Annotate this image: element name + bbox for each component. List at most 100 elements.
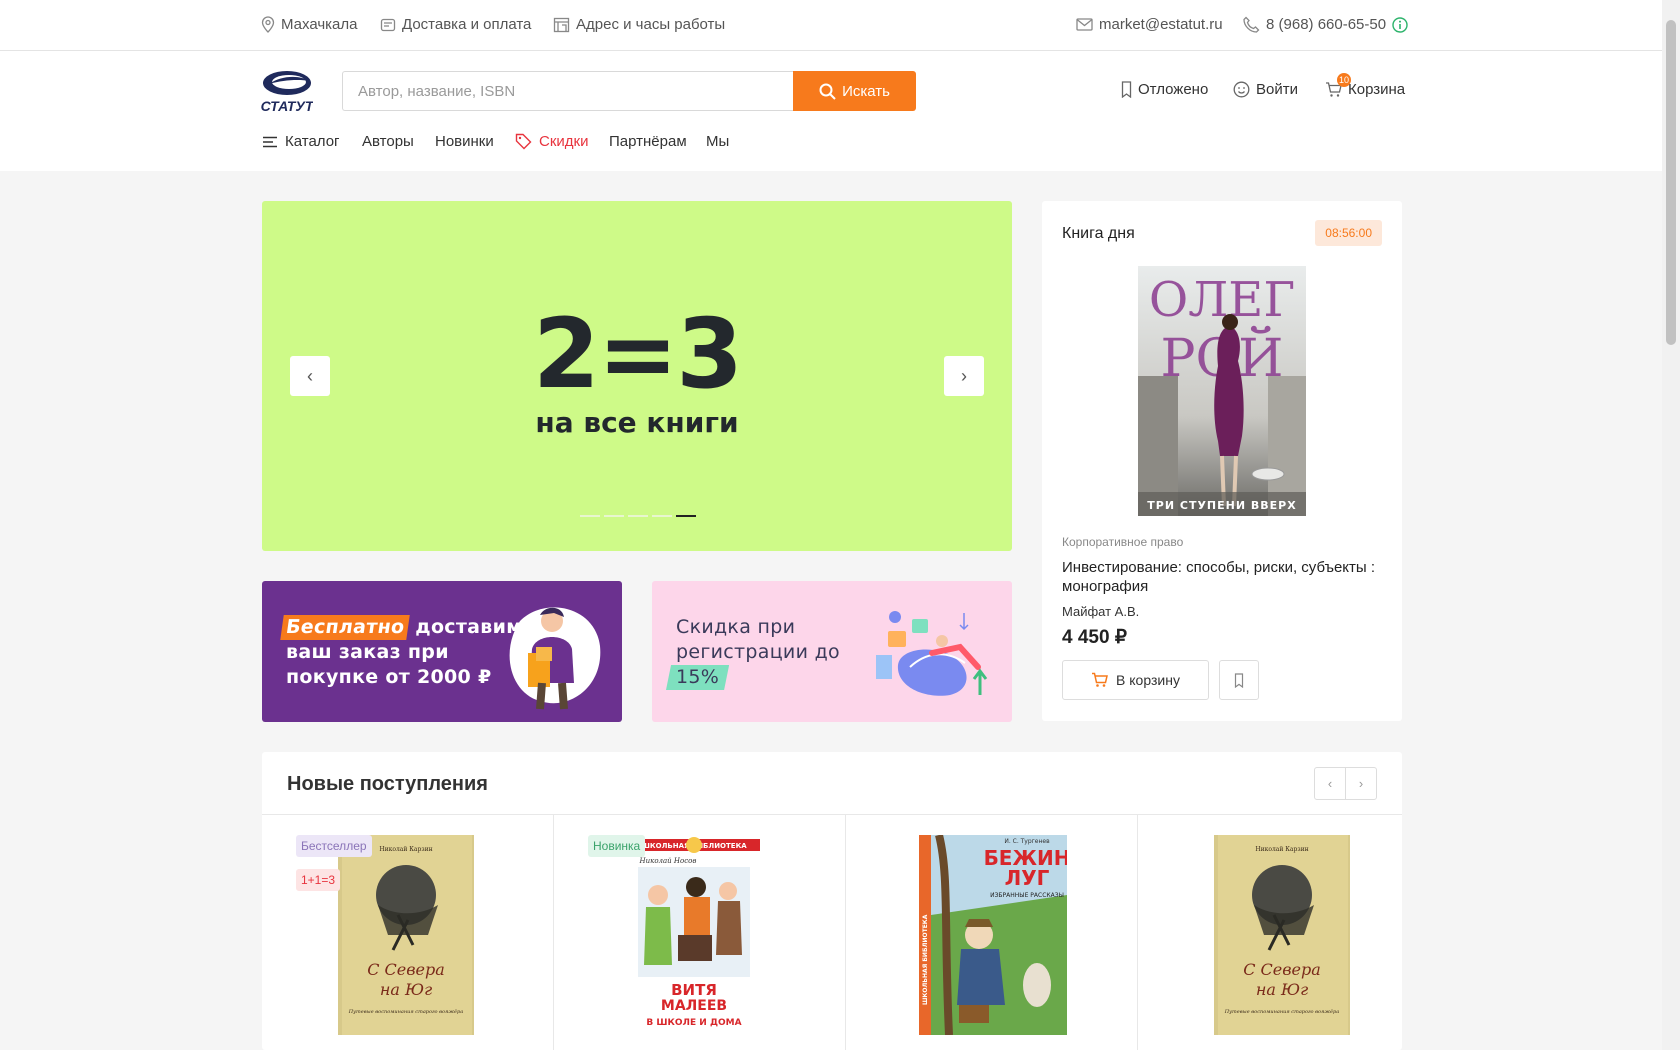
hero-next-button[interactable]: ›: [944, 356, 984, 396]
book-of-day-cover[interactable]: ОЛЕГ РОЙ ТРИ СТУПЕНИ ВВЕРХ: [1138, 266, 1306, 516]
svg-text:ВИТЯ: ВИТЯ: [671, 981, 717, 999]
location-pin-icon: [261, 16, 275, 33]
search-button[interactable]: Искать: [793, 71, 916, 111]
bookmark-icon: [1234, 672, 1244, 688]
book-cover[interactable]: ШКОЛЬНАЯ БИБЛИОТЕКА И. С. Тургенев БЕЖИН…: [919, 835, 1067, 1035]
cart-icon: [1092, 672, 1108, 687]
cart-link[interactable]: 10 Корзина: [1325, 73, 1406, 98]
bestseller-badge: Бестселлер: [296, 835, 372, 857]
hero-pagination: [580, 515, 696, 517]
svg-text:ИЗБРАННЫЕ РАССКАЗЫ: ИЗБРАННЫЕ РАССКАЗЫ: [990, 892, 1064, 899]
city-selector[interactable]: Махачкала: [261, 16, 358, 33]
scrollbar-thumb[interactable]: [1666, 20, 1676, 345]
svg-text:ЛУГ: ЛУГ: [1005, 866, 1050, 890]
hero-subtitle: на все книги: [535, 406, 739, 439]
nav-about[interactable]: Мы: [706, 133, 729, 150]
bookmark-icon: [1121, 81, 1132, 98]
book-cover[interactable]: Николай Карзин С Севера на Юг Путевые во…: [1214, 835, 1350, 1035]
nav-partners-label: Партнёрам: [609, 133, 687, 150]
address-link[interactable]: Адрес и часы работы: [553, 16, 725, 33]
countdown-timer: 08:56:00: [1315, 220, 1382, 246]
login-link[interactable]: Войти: [1233, 81, 1298, 98]
page-scrollbar[interactable]: [1662, 0, 1680, 1050]
carousel-prev-button[interactable]: ‹: [1315, 768, 1345, 799]
cart-label: Корзина: [1348, 81, 1406, 98]
book-cover[interactable]: ШКОЛЬНАЯ БИБЛИОТЕКА Николай Носов ВИТЯ М…: [628, 835, 760, 1035]
delivery-label: Доставка и оплата: [402, 16, 532, 33]
search-icon: [819, 83, 836, 100]
header: СТАТУТ Искать Отложено Войти 10 Корзина …: [0, 51, 1662, 171]
phone-link[interactable]: 8 (968) 660-65-50: [1243, 16, 1408, 33]
free-delivery-banner[interactable]: Бесплатно доставим ваш заказ при покупке…: [262, 581, 622, 722]
cover-author-text: ОЛЕГ: [1149, 272, 1295, 328]
search-input[interactable]: [342, 71, 794, 111]
mail-icon: [1076, 18, 1093, 31]
info-icon[interactable]: [1392, 16, 1408, 33]
menu-icon: [263, 136, 277, 147]
nav-authors-label: Авторы: [362, 133, 414, 150]
address-label: Адрес и часы работы: [576, 16, 726, 33]
nav-partners[interactable]: Партнёрам: [609, 133, 687, 150]
cart-icon-wrap: 10: [1325, 73, 1352, 98]
delivery-link[interactable]: Доставка и оплата: [380, 16, 531, 33]
svg-text:на Юг: на Юг: [380, 980, 432, 999]
svg-text:МАЛЕЕВ: МАЛЕЕВ: [661, 998, 727, 1014]
statut-logo[interactable]: СТАТУТ: [261, 69, 315, 114]
book-price: 4 450 ₽: [1062, 627, 1127, 648]
smiley-icon: [1233, 81, 1250, 98]
search-button-label: Искать: [842, 82, 890, 100]
add-to-cart-button[interactable]: В корзину: [1062, 660, 1209, 700]
hero-prev-button[interactable]: ‹: [290, 356, 330, 396]
svg-text:ШКОЛЬНАЯ БИБЛИОТЕКА: ШКОЛЬНАЯ БИБЛИОТЕКА: [922, 914, 929, 1005]
book-author[interactable]: Майфат А.В.: [1062, 604, 1139, 619]
book-title[interactable]: Инвестирование: способы, риски, субъекты…: [1062, 558, 1382, 596]
hero-dot[interactable]: [628, 515, 648, 517]
defer-button[interactable]: [1219, 660, 1259, 700]
hero-dot[interactable]: [652, 515, 672, 517]
nav-catalog[interactable]: Каталог: [262, 133, 340, 150]
svg-text:на Юг: на Юг: [1256, 980, 1308, 999]
product-card[interactable]: Николай Карзин С Севера на Юг Путевые во…: [1138, 815, 1430, 1050]
nav-new[interactable]: Новинки: [435, 133, 494, 150]
nav-sale[interactable]: Скидки: [515, 133, 588, 150]
svg-text:Николай Носов: Николай Носов: [639, 857, 697, 865]
reading-person-illustration: [876, 611, 988, 696]
deferred-link[interactable]: Отложено: [1121, 81, 1208, 98]
product-card[interactable]: Николай Карзин С Севера на Юг Путевые во…: [262, 815, 554, 1050]
registration-highlight: 15%: [666, 665, 730, 690]
svg-text:Путевые воспоминания старого в: Путевые воспоминания старого вояжёра: [348, 1008, 463, 1015]
new-arrivals-section: Новые поступления ‹ › Николай Карзин С С…: [262, 752, 1402, 1050]
new-badge: Новинка: [588, 835, 646, 857]
product-card[interactable]: ШКОЛЬНАЯ БИБЛИОТЕКА Николай Носов ВИТЯ М…: [554, 815, 846, 1050]
hero-dot-active[interactable]: [676, 515, 696, 517]
svg-text:СТАТУТ: СТАТУТ: [261, 98, 313, 113]
book-of-day-card: Книга дня 08:56:00 ОЛЕГ РОЙ ТРИ СТУПЕНИ …: [1042, 201, 1402, 721]
svg-text:И. С. Тургенев: И. С. Тургенев: [1004, 838, 1050, 845]
product-card[interactable]: ШКОЛЬНАЯ БИБЛИОТЕКА И. С. Тургенев БЕЖИН…: [846, 815, 1138, 1050]
email-link[interactable]: market@estatut.ru: [1076, 16, 1223, 33]
carousel-controls: ‹ ›: [1314, 767, 1377, 800]
add-to-cart-label: В корзину: [1116, 672, 1180, 688]
chevron-right-icon: ›: [961, 365, 967, 386]
nav-about-label: Мы: [706, 133, 730, 150]
nav-catalog-label: Каталог: [285, 133, 340, 150]
store-icon: [553, 17, 570, 32]
book-cover[interactable]: Николай Карзин С Севера на Юг Путевые во…: [338, 835, 474, 1035]
carousel-next-button[interactable]: ›: [1345, 768, 1376, 799]
registration-line2: регистрации до: [676, 641, 840, 663]
courier-illustration: [509, 607, 601, 710]
hero-banner[interactable]: 2=3 на все книги ‹ ›: [262, 201, 1012, 551]
cart-count-badge: 10: [1337, 73, 1352, 87]
nav-authors[interactable]: Авторы: [362, 133, 414, 150]
section-title: Новые поступления: [287, 773, 488, 795]
svg-text:Николай Карзин: Николай Карзин: [379, 846, 432, 853]
registration-line1: Скидка при: [676, 616, 796, 638]
registration-discount-banner[interactable]: Скидка при регистрации до 15%: [652, 581, 1012, 722]
hero-dot[interactable]: [604, 515, 624, 517]
top-bar: Махачкала Доставка и оплата Адрес и часы…: [0, 0, 1662, 51]
free-delivery-line2: ваш заказ при: [286, 641, 449, 663]
svg-text:Николай Карзин: Николай Карзин: [1255, 846, 1308, 853]
hero-dot[interactable]: [580, 515, 600, 517]
book-category[interactable]: Корпоративное право: [1062, 535, 1183, 549]
svg-text:В ШКОЛЕ И ДОМА: В ШКОЛЕ И ДОМА: [646, 1018, 741, 1028]
